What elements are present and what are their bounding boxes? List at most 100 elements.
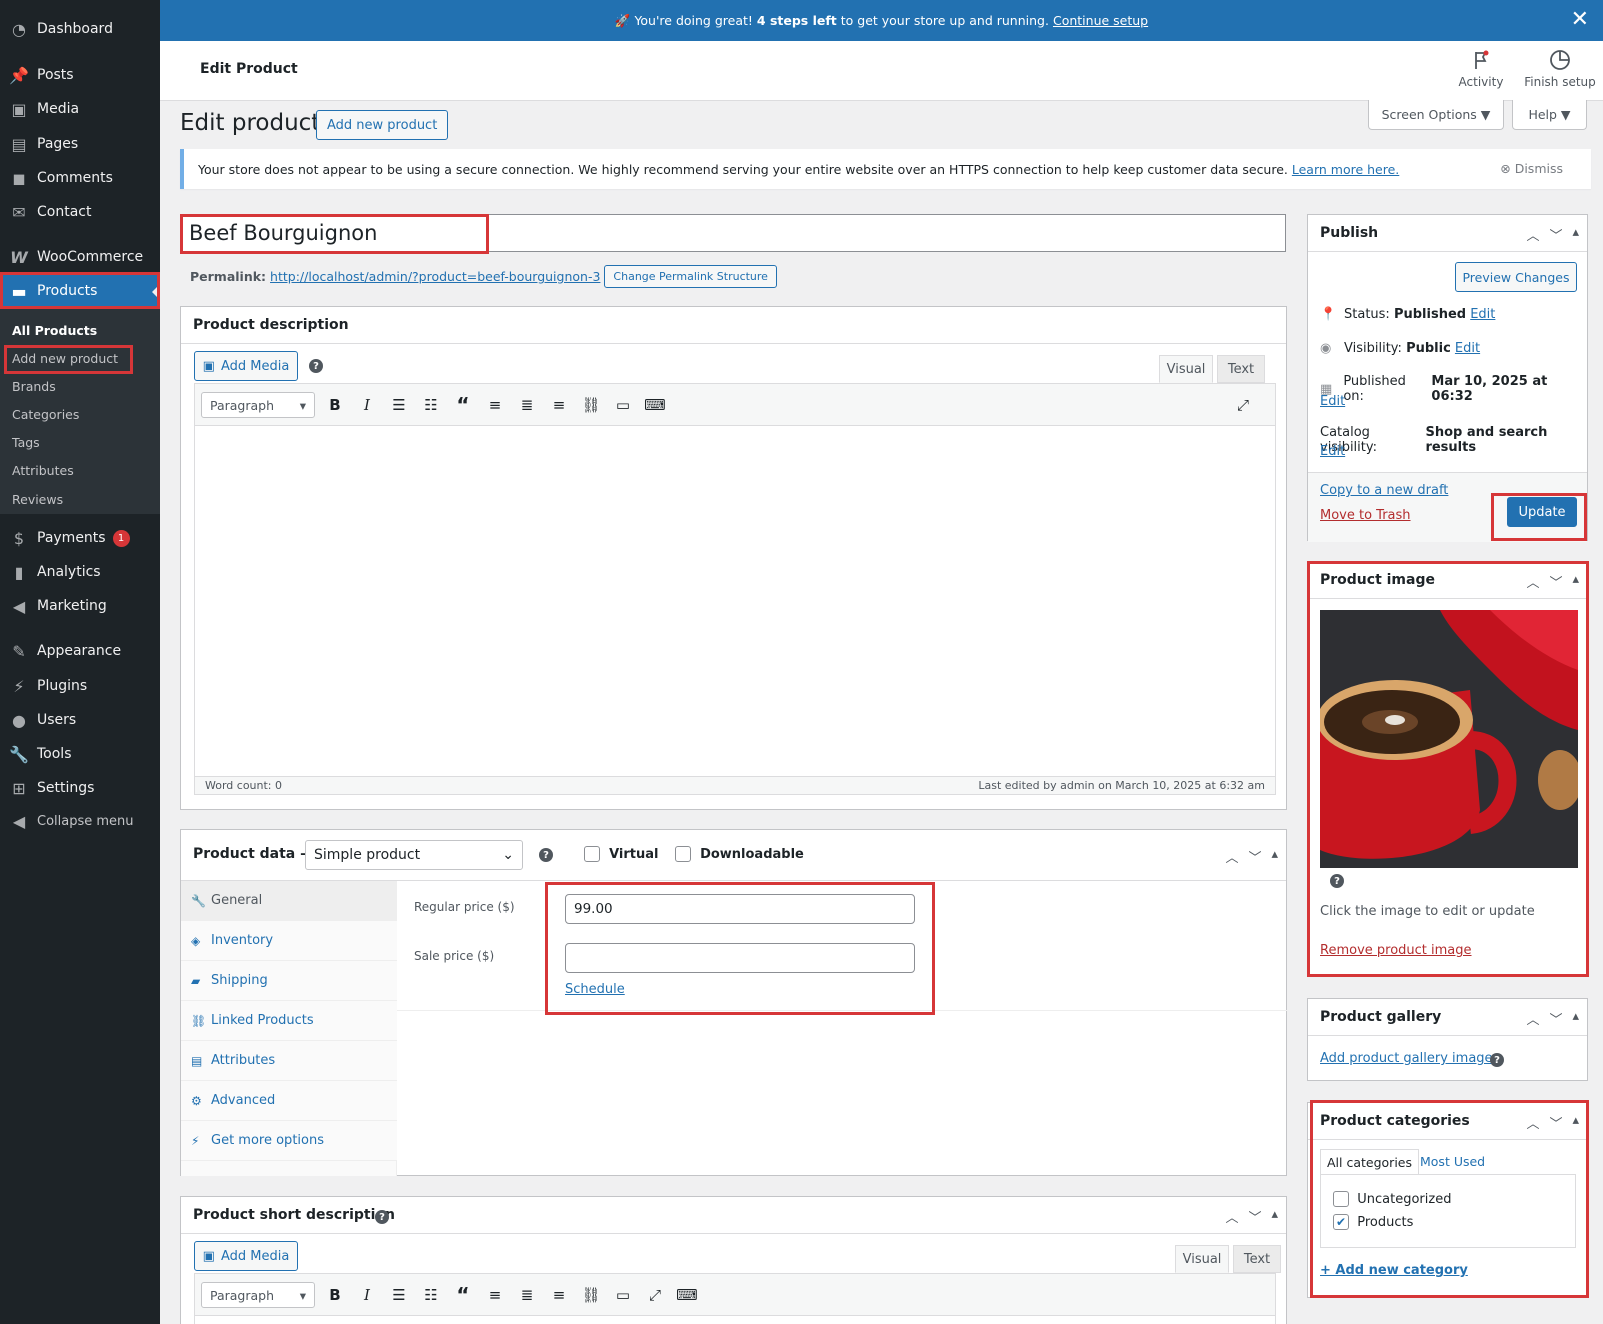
- help-icon[interactable]: ?: [1330, 874, 1344, 888]
- finish-setup-button[interactable]: Finish setup: [1524, 49, 1596, 89]
- bullet-list-icon[interactable]: ☰: [383, 1281, 415, 1309]
- submenu-add-new-product[interactable]: Add new product: [12, 351, 118, 366]
- move-down-icon[interactable]: ﹀: [1549, 1113, 1562, 1132]
- edit-catalog-link[interactable]: Edit: [1320, 444, 1345, 459]
- fullscreen-icon[interactable]: ⤢: [1227, 391, 1259, 419]
- toggle-icon[interactable]: ▴: [1572, 1009, 1579, 1028]
- move-down-icon[interactable]: ﹀: [1549, 1009, 1562, 1028]
- tab-linked-products[interactable]: ⛓ Linked Products: [181, 1001, 397, 1041]
- tab-text[interactable]: Text: [1233, 1245, 1281, 1273]
- toggle-icon[interactable]: ▴: [1572, 225, 1579, 244]
- menu-settings[interactable]: ⊞ Settings: [0, 771, 160, 805]
- menu-payments[interactable]: $ Payments 1: [0, 521, 160, 555]
- toggle-icon[interactable]: ▴: [1271, 1207, 1278, 1226]
- menu-dashboard[interactable]: ◔ Dashboard: [0, 12, 160, 46]
- move-down-icon[interactable]: ﹀: [1248, 847, 1261, 866]
- tab-visual[interactable]: Visual: [1175, 1245, 1229, 1273]
- category-item[interactable]: Uncategorized: [1333, 1191, 1451, 1207]
- menu-pages[interactable]: ▤ Pages: [0, 127, 160, 161]
- align-right-icon[interactable]: ≡: [543, 1281, 575, 1309]
- dismiss-button[interactable]: ⊗ Dismiss: [1500, 161, 1563, 176]
- tab-get-more-options[interactable]: ⚡ Get more options: [181, 1121, 397, 1161]
- submenu-all-products[interactable]: All Products: [12, 323, 97, 338]
- menu-collapse[interactable]: ◀ Collapse menu: [0, 804, 160, 838]
- read-more-icon[interactable]: ▭: [607, 391, 639, 419]
- move-down-icon[interactable]: ﹀: [1549, 225, 1562, 244]
- italic-icon[interactable]: I: [351, 1281, 383, 1309]
- move-down-icon[interactable]: ﹀: [1248, 1207, 1261, 1226]
- add-new-category-link[interactable]: + Add new category: [1320, 1263, 1468, 1278]
- move-up-icon[interactable]: ︿: [1225, 847, 1238, 866]
- align-center-icon[interactable]: ≣: [511, 1281, 543, 1309]
- move-up-icon[interactable]: ︿: [1526, 1009, 1539, 1028]
- category-checkbox[interactable]: [1333, 1191, 1349, 1207]
- toggle-icon[interactable]: ▴: [1572, 1113, 1579, 1132]
- learn-more-link[interactable]: Learn more here.: [1292, 162, 1399, 177]
- category-item[interactable]: ✔ Products: [1333, 1214, 1413, 1230]
- tab-all-categories[interactable]: All categories: [1320, 1149, 1419, 1175]
- format-select[interactable]: Paragraph ▾: [201, 392, 315, 418]
- help-icon[interactable]: ?: [309, 359, 323, 373]
- screen-options-button[interactable]: Screen Options ▼: [1368, 100, 1504, 130]
- tab-visual[interactable]: Visual: [1159, 355, 1213, 383]
- product-image[interactable]: [1320, 610, 1578, 868]
- move-up-icon[interactable]: ︿: [1225, 1207, 1238, 1226]
- downloadable-option[interactable]: Downloadable: [675, 846, 804, 862]
- bold-icon[interactable]: B: [319, 1281, 351, 1309]
- toggle-icon[interactable]: ▴: [1572, 572, 1579, 591]
- edit-visibility-link[interactable]: Edit: [1455, 341, 1480, 356]
- menu-analytics[interactable]: ▮ Analytics: [0, 555, 160, 589]
- menu-woocommerce[interactable]: W WooCommerce: [0, 240, 160, 274]
- help-icon[interactable]: ?: [539, 848, 553, 862]
- help-icon[interactable]: ?: [375, 1210, 389, 1224]
- edit-status-link[interactable]: Edit: [1470, 307, 1495, 322]
- toolbar-toggle-icon[interactable]: ⌨: [639, 391, 671, 419]
- submenu-reviews[interactable]: Reviews: [12, 492, 63, 507]
- schedule-link[interactable]: Schedule: [565, 982, 625, 997]
- tab-most-used[interactable]: Most Used: [1420, 1154, 1485, 1169]
- help-button[interactable]: Help ▼: [1512, 100, 1587, 130]
- align-center-icon[interactable]: ≣: [511, 391, 543, 419]
- virtual-checkbox[interactable]: [584, 846, 600, 862]
- product-type-select[interactable]: Simple product ⌄: [305, 840, 523, 870]
- add-media-button[interactable]: ▣ Add Media: [194, 351, 298, 381]
- regular-price-input[interactable]: 99.00: [565, 894, 915, 924]
- menu-users[interactable]: ● Users: [0, 703, 160, 737]
- fullscreen-icon[interactable]: ⤢: [639, 1281, 671, 1309]
- permalink-link[interactable]: http://localhost/admin/?product=beef-bou…: [270, 269, 600, 284]
- menu-appearance[interactable]: ✎ Appearance: [0, 634, 160, 668]
- menu-media[interactable]: ▣ Media: [0, 92, 160, 126]
- menu-products[interactable]: ▬ Products: [0, 274, 160, 308]
- add-media-button[interactable]: ▣ Add Media: [194, 1241, 298, 1271]
- preview-changes-button[interactable]: Preview Changes: [1455, 262, 1577, 292]
- align-left-icon[interactable]: ≡: [479, 1281, 511, 1309]
- close-icon[interactable]: ✕: [1571, 9, 1589, 31]
- tab-text[interactable]: Text: [1217, 355, 1265, 383]
- toolbar-toggle-icon[interactable]: ⌨: [671, 1281, 703, 1309]
- category-checkbox-checked[interactable]: ✔: [1333, 1214, 1349, 1230]
- tab-advanced[interactable]: ⚙ Advanced: [181, 1081, 397, 1121]
- tab-inventory[interactable]: ◈ Inventory: [181, 921, 397, 961]
- submenu-attributes[interactable]: Attributes: [12, 463, 74, 478]
- read-more-icon[interactable]: ▭: [607, 1281, 639, 1309]
- menu-comments[interactable]: ◼ Comments: [0, 161, 160, 195]
- align-left-icon[interactable]: ≡: [479, 391, 511, 419]
- tab-attributes[interactable]: ▤ Attributes: [181, 1041, 397, 1081]
- tab-general[interactable]: 🔧 General: [181, 881, 397, 921]
- link-icon[interactable]: ⛓: [575, 391, 607, 419]
- menu-tools[interactable]: 🔧 Tools: [0, 737, 160, 771]
- quote-icon[interactable]: “: [447, 1281, 479, 1309]
- numbered-list-icon[interactable]: ☷: [415, 1281, 447, 1309]
- move-up-icon[interactable]: ︿: [1526, 225, 1539, 244]
- help-icon[interactable]: ?: [1490, 1053, 1504, 1067]
- change-permalink-button[interactable]: Change Permalink Structure: [604, 265, 777, 288]
- update-button[interactable]: Update: [1507, 497, 1577, 527]
- submenu-brands[interactable]: Brands: [12, 379, 56, 394]
- continue-setup-link[interactable]: Continue setup: [1053, 13, 1148, 28]
- format-select[interactable]: Paragraph ▾: [201, 1282, 315, 1308]
- menu-plugins[interactable]: ⚡ Plugins: [0, 669, 160, 703]
- add-gallery-images-link[interactable]: Add product gallery images: [1320, 1051, 1499, 1066]
- italic-icon[interactable]: I: [351, 391, 383, 419]
- product-title-input[interactable]: Beef Bourguignon: [180, 214, 1286, 252]
- submenu-categories[interactable]: Categories: [12, 407, 79, 422]
